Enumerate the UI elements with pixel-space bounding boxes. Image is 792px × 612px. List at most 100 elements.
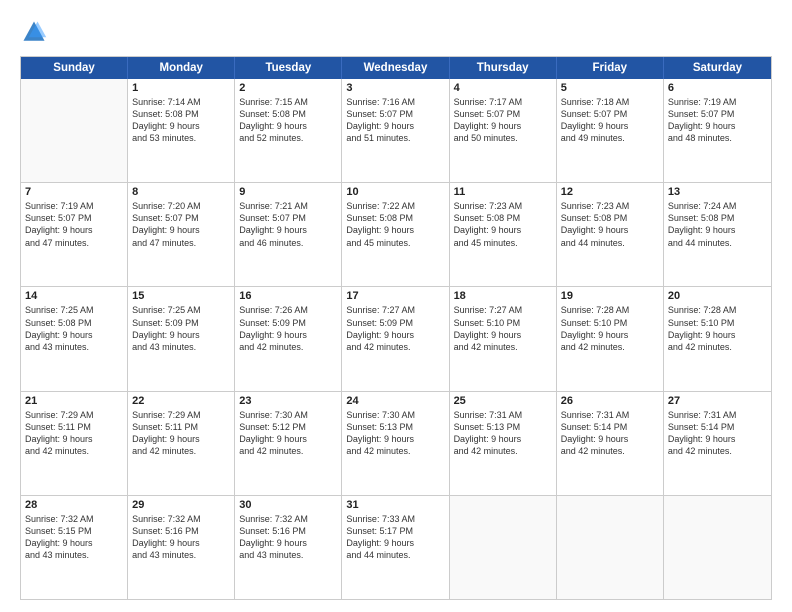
cell-day-number: 8 [132, 186, 230, 198]
cell-info: Sunrise: 7:21 AM Sunset: 5:07 PM Dayligh… [239, 200, 337, 249]
cell-day-number: 18 [454, 290, 552, 302]
cell-day-number: 7 [25, 186, 123, 198]
calendar-cell-empty-4-5 [557, 496, 664, 599]
calendar-cell-1: 1 Sunrise: 7:14 AM Sunset: 5:08 PM Daylig… [128, 79, 235, 182]
cell-day-number: 10 [346, 186, 444, 198]
calendar-cell-18: 18 Sunrise: 7:27 AM Sunset: 5:10 PM Dayli… [450, 287, 557, 390]
cell-info: Sunrise: 7:28 AM Sunset: 5:10 PM Dayligh… [561, 304, 659, 353]
cell-info: Sunrise: 7:23 AM Sunset: 5:08 PM Dayligh… [561, 200, 659, 249]
calendar: SundayMondayTuesdayWednesdayThursdayFrid… [20, 56, 772, 600]
cell-info: Sunrise: 7:29 AM Sunset: 5:11 PM Dayligh… [132, 409, 230, 458]
cell-day-number: 26 [561, 395, 659, 407]
calendar-cell-9: 9 Sunrise: 7:21 AM Sunset: 5:07 PM Daylig… [235, 183, 342, 286]
cell-day-number: 16 [239, 290, 337, 302]
cell-info: Sunrise: 7:24 AM Sunset: 5:08 PM Dayligh… [668, 200, 767, 249]
cell-info: Sunrise: 7:27 AM Sunset: 5:10 PM Dayligh… [454, 304, 552, 353]
header [20, 18, 772, 46]
cell-info: Sunrise: 7:31 AM Sunset: 5:14 PM Dayligh… [668, 409, 767, 458]
calendar-cell-26: 26 Sunrise: 7:31 AM Sunset: 5:14 PM Dayli… [557, 392, 664, 495]
cell-day-number: 31 [346, 499, 444, 511]
logo [20, 18, 52, 46]
calendar-cell-empty-0-0 [21, 79, 128, 182]
cell-day-number: 11 [454, 186, 552, 198]
cell-day-number: 22 [132, 395, 230, 407]
cell-day-number: 21 [25, 395, 123, 407]
cell-info: Sunrise: 7:30 AM Sunset: 5:12 PM Dayligh… [239, 409, 337, 458]
cell-day-number: 28 [25, 499, 123, 511]
calendar-row-1: 1 Sunrise: 7:14 AM Sunset: 5:08 PM Daylig… [21, 79, 771, 182]
cell-info: Sunrise: 7:23 AM Sunset: 5:08 PM Dayligh… [454, 200, 552, 249]
cell-day-number: 14 [25, 290, 123, 302]
calendar-body: 1 Sunrise: 7:14 AM Sunset: 5:08 PM Daylig… [21, 79, 771, 599]
calendar-cell-31: 31Sunrise: 7:33 AM Sunset: 5:17 PM Dayli… [342, 496, 449, 599]
calendar-cell-19: 19 Sunrise: 7:28 AM Sunset: 5:10 PM Dayli… [557, 287, 664, 390]
calendar-cell-12: 12Sunrise: 7:23 AM Sunset: 5:08 PM Dayli… [557, 183, 664, 286]
cell-info: Sunrise: 7:25 AM Sunset: 5:08 PM Dayligh… [25, 304, 123, 353]
cell-info: Sunrise: 7:14 AM Sunset: 5:08 PM Dayligh… [132, 96, 230, 145]
header-day-sunday: Sunday [21, 57, 128, 79]
calendar-row-2: 7 Sunrise: 7:19 AM Sunset: 5:07 PM Daylig… [21, 182, 771, 286]
header-day-monday: Monday [128, 57, 235, 79]
calendar-cell-21: 21 Sunrise: 7:29 AM Sunset: 5:11 PM Dayli… [21, 392, 128, 495]
cell-day-number: 1 [132, 82, 230, 94]
calendar-cell-7: 7 Sunrise: 7:19 AM Sunset: 5:07 PM Daylig… [21, 183, 128, 286]
cell-day-number: 13 [668, 186, 767, 198]
calendar-row-3: 14 Sunrise: 7:25 AM Sunset: 5:08 PM Dayli… [21, 286, 771, 390]
cell-day-number: 20 [668, 290, 767, 302]
calendar-cell-23: 23Sunrise: 7:30 AM Sunset: 5:12 PM Dayli… [235, 392, 342, 495]
cell-info: Sunrise: 7:26 AM Sunset: 5:09 PM Dayligh… [239, 304, 337, 353]
calendar-cell-17: 17Sunrise: 7:27 AM Sunset: 5:09 PM Dayli… [342, 287, 449, 390]
cell-day-number: 25 [454, 395, 552, 407]
calendar-row-4: 21 Sunrise: 7:29 AM Sunset: 5:11 PM Dayli… [21, 391, 771, 495]
calendar-cell-2: 2Sunrise: 7:15 AM Sunset: 5:08 PM Daylig… [235, 79, 342, 182]
calendar-cell-3: 3 Sunrise: 7:16 AM Sunset: 5:07 PM Daylig… [342, 79, 449, 182]
cell-day-number: 6 [668, 82, 767, 94]
cell-info: Sunrise: 7:30 AM Sunset: 5:13 PM Dayligh… [346, 409, 444, 458]
cell-info: Sunrise: 7:17 AM Sunset: 5:07 PM Dayligh… [454, 96, 552, 145]
calendar-cell-15: 15 Sunrise: 7:25 AM Sunset: 5:09 PM Dayli… [128, 287, 235, 390]
cell-day-number: 3 [346, 82, 444, 94]
calendar-cell-20: 20 Sunrise: 7:28 AM Sunset: 5:10 PM Dayli… [664, 287, 771, 390]
cell-info: Sunrise: 7:16 AM Sunset: 5:07 PM Dayligh… [346, 96, 444, 145]
calendar-cell-13: 13 Sunrise: 7:24 AM Sunset: 5:08 PM Dayli… [664, 183, 771, 286]
page: SundayMondayTuesdayWednesdayThursdayFrid… [0, 0, 792, 612]
cell-info: Sunrise: 7:31 AM Sunset: 5:13 PM Dayligh… [454, 409, 552, 458]
cell-day-number: 24 [346, 395, 444, 407]
calendar-cell-30: 30 Sunrise: 7:32 AM Sunset: 5:16 PM Dayli… [235, 496, 342, 599]
calendar-cell-24: 24 Sunrise: 7:30 AM Sunset: 5:13 PM Dayli… [342, 392, 449, 495]
calendar-cell-28: 28 Sunrise: 7:32 AM Sunset: 5:15 PM Dayli… [21, 496, 128, 599]
cell-info: Sunrise: 7:15 AM Sunset: 5:08 PM Dayligh… [239, 96, 337, 145]
cell-info: Sunrise: 7:20 AM Sunset: 5:07 PM Dayligh… [132, 200, 230, 249]
cell-info: Sunrise: 7:29 AM Sunset: 5:11 PM Dayligh… [25, 409, 123, 458]
calendar-cell-27: 27Sunrise: 7:31 AM Sunset: 5:14 PM Dayli… [664, 392, 771, 495]
cell-info: Sunrise: 7:32 AM Sunset: 5:16 PM Dayligh… [239, 513, 337, 562]
cell-info: Sunrise: 7:28 AM Sunset: 5:10 PM Dayligh… [668, 304, 767, 353]
cell-info: Sunrise: 7:32 AM Sunset: 5:15 PM Dayligh… [25, 513, 123, 562]
header-day-thursday: Thursday [450, 57, 557, 79]
logo-icon [20, 18, 48, 46]
cell-day-number: 5 [561, 82, 659, 94]
cell-day-number: 30 [239, 499, 337, 511]
calendar-cell-14: 14 Sunrise: 7:25 AM Sunset: 5:08 PM Dayli… [21, 287, 128, 390]
cell-info: Sunrise: 7:25 AM Sunset: 5:09 PM Dayligh… [132, 304, 230, 353]
cell-info: Sunrise: 7:18 AM Sunset: 5:07 PM Dayligh… [561, 96, 659, 145]
cell-info: Sunrise: 7:27 AM Sunset: 5:09 PM Dayligh… [346, 304, 444, 353]
calendar-cell-5: 5 Sunrise: 7:18 AM Sunset: 5:07 PM Daylig… [557, 79, 664, 182]
calendar-cell-empty-4-6 [664, 496, 771, 599]
cell-info: Sunrise: 7:31 AM Sunset: 5:14 PM Dayligh… [561, 409, 659, 458]
calendar-cell-25: 25 Sunrise: 7:31 AM Sunset: 5:13 PM Dayli… [450, 392, 557, 495]
cell-info: Sunrise: 7:22 AM Sunset: 5:08 PM Dayligh… [346, 200, 444, 249]
cell-info: Sunrise: 7:32 AM Sunset: 5:16 PM Dayligh… [132, 513, 230, 562]
cell-day-number: 4 [454, 82, 552, 94]
cell-day-number: 9 [239, 186, 337, 198]
cell-day-number: 19 [561, 290, 659, 302]
calendar-cell-16: 16 Sunrise: 7:26 AM Sunset: 5:09 PM Dayli… [235, 287, 342, 390]
calendar-header: SundayMondayTuesdayWednesdayThursdayFrid… [21, 57, 771, 79]
calendar-cell-11: 11 Sunrise: 7:23 AM Sunset: 5:08 PM Dayli… [450, 183, 557, 286]
cell-info: Sunrise: 7:19 AM Sunset: 5:07 PM Dayligh… [25, 200, 123, 249]
calendar-cell-29: 29 Sunrise: 7:32 AM Sunset: 5:16 PM Dayli… [128, 496, 235, 599]
header-day-friday: Friday [557, 57, 664, 79]
cell-day-number: 15 [132, 290, 230, 302]
calendar-cell-empty-4-4 [450, 496, 557, 599]
cell-day-number: 29 [132, 499, 230, 511]
